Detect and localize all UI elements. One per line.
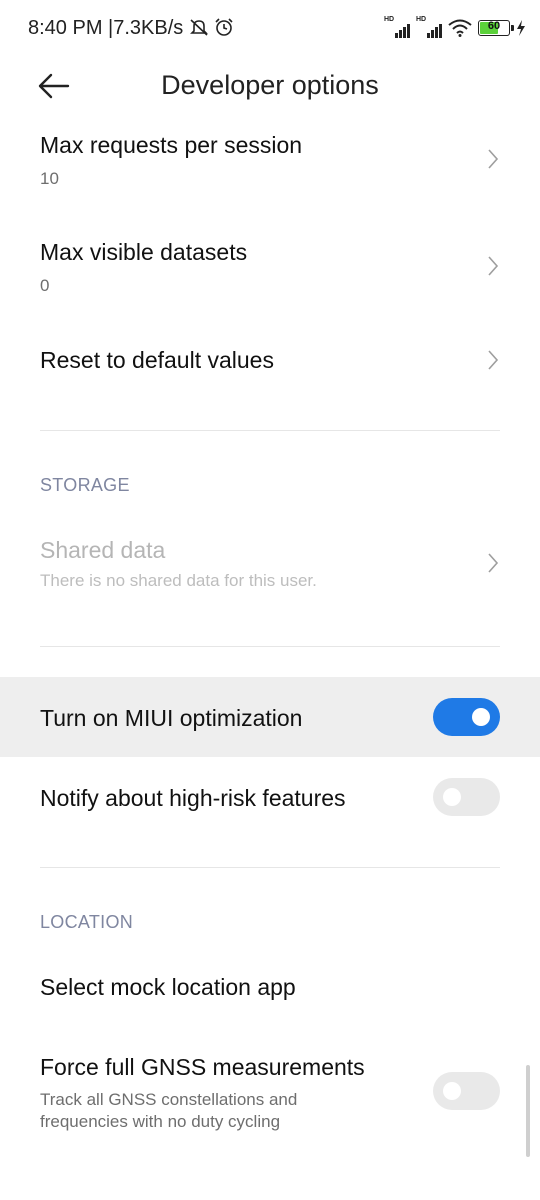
chevron-right-icon bbox=[488, 553, 499, 573]
setting-shared-data: Shared data There is no shared data for … bbox=[0, 525, 540, 605]
setting-title: Turn on MIUI optimization bbox=[40, 705, 303, 731]
chevron-right-icon bbox=[488, 350, 499, 370]
setting-subtitle: There is no shared data for this user. bbox=[40, 571, 317, 590]
charging-icon bbox=[517, 20, 525, 36]
page-title: Developer options bbox=[161, 70, 379, 100]
setting-mock-location-app[interactable]: Select mock location app bbox=[0, 960, 540, 1020]
setting-title: Max visible datasets bbox=[40, 239, 248, 265]
alarm-icon bbox=[215, 18, 233, 36]
clock: 8:40 PM bbox=[28, 17, 103, 39]
divider bbox=[40, 867, 500, 868]
setting-title: Select mock location app bbox=[40, 974, 296, 1000]
miui-optimization-toggle[interactable] bbox=[433, 698, 500, 736]
signal-icon-sim1: HD bbox=[384, 16, 410, 38]
setting-reset-defaults[interactable]: Reset to default values bbox=[0, 330, 540, 410]
setting-subtitle-line2: frequencies with no duty cycling bbox=[40, 1112, 281, 1131]
status-time: 8:40 PM |7.3KB/s bbox=[28, 17, 234, 40]
toggle-knob bbox=[443, 788, 461, 806]
scrollbar[interactable] bbox=[526, 1065, 530, 1157]
hd-label: HD bbox=[384, 16, 395, 23]
battery-icon: 60 bbox=[478, 20, 514, 36]
status-icons: HD HD 60 bbox=[384, 16, 526, 38]
setting-title: Force full GNSS measurements bbox=[40, 1054, 365, 1080]
divider bbox=[40, 430, 500, 431]
setting-max-requests[interactable]: Max requests per session 10 bbox=[0, 118, 540, 218]
force-gnss-toggle[interactable] bbox=[433, 1072, 500, 1110]
setting-title: Shared data bbox=[40, 537, 166, 563]
app-bar: Developer options bbox=[0, 58, 540, 114]
signal-icon-sim2: HD bbox=[416, 16, 442, 38]
chevron-right-icon bbox=[488, 256, 499, 276]
setting-max-visible-datasets[interactable]: Max visible datasets 0 bbox=[0, 225, 540, 325]
setting-value: 10 bbox=[40, 169, 59, 188]
toggle-knob bbox=[443, 1082, 461, 1100]
section-header-location: LOCATION bbox=[40, 912, 134, 932]
hd-label: HD bbox=[416, 16, 427, 23]
wifi-icon bbox=[448, 19, 472, 37]
setting-title: Reset to default values bbox=[40, 347, 274, 373]
notify-high-risk-toggle[interactable] bbox=[433, 778, 500, 816]
setting-subtitle-line1: Track all GNSS constellations and bbox=[40, 1090, 298, 1109]
toggle-knob bbox=[472, 708, 490, 726]
setting-value: 0 bbox=[40, 276, 50, 295]
setting-title: Max requests per session bbox=[40, 132, 303, 158]
setting-miui-optimization[interactable]: Turn on MIUI optimization bbox=[0, 677, 540, 757]
network-speed: 7.3KB/s bbox=[113, 17, 184, 39]
setting-notify-high-risk[interactable]: Notify about high-risk features bbox=[0, 757, 540, 837]
status-bar: 8:40 PM |7.3KB/s HD HD 60 bbox=[0, 0, 540, 58]
battery-level: 60 bbox=[487, 20, 501, 32]
setting-title: Notify about high-risk features bbox=[40, 785, 346, 811]
silent-icon bbox=[189, 19, 208, 36]
chevron-right-icon bbox=[488, 149, 499, 169]
divider bbox=[40, 646, 500, 647]
setting-force-gnss[interactable]: Force full GNSS measurements Track all G… bbox=[0, 1040, 540, 1150]
section-header-storage: STORAGE bbox=[40, 475, 130, 495]
